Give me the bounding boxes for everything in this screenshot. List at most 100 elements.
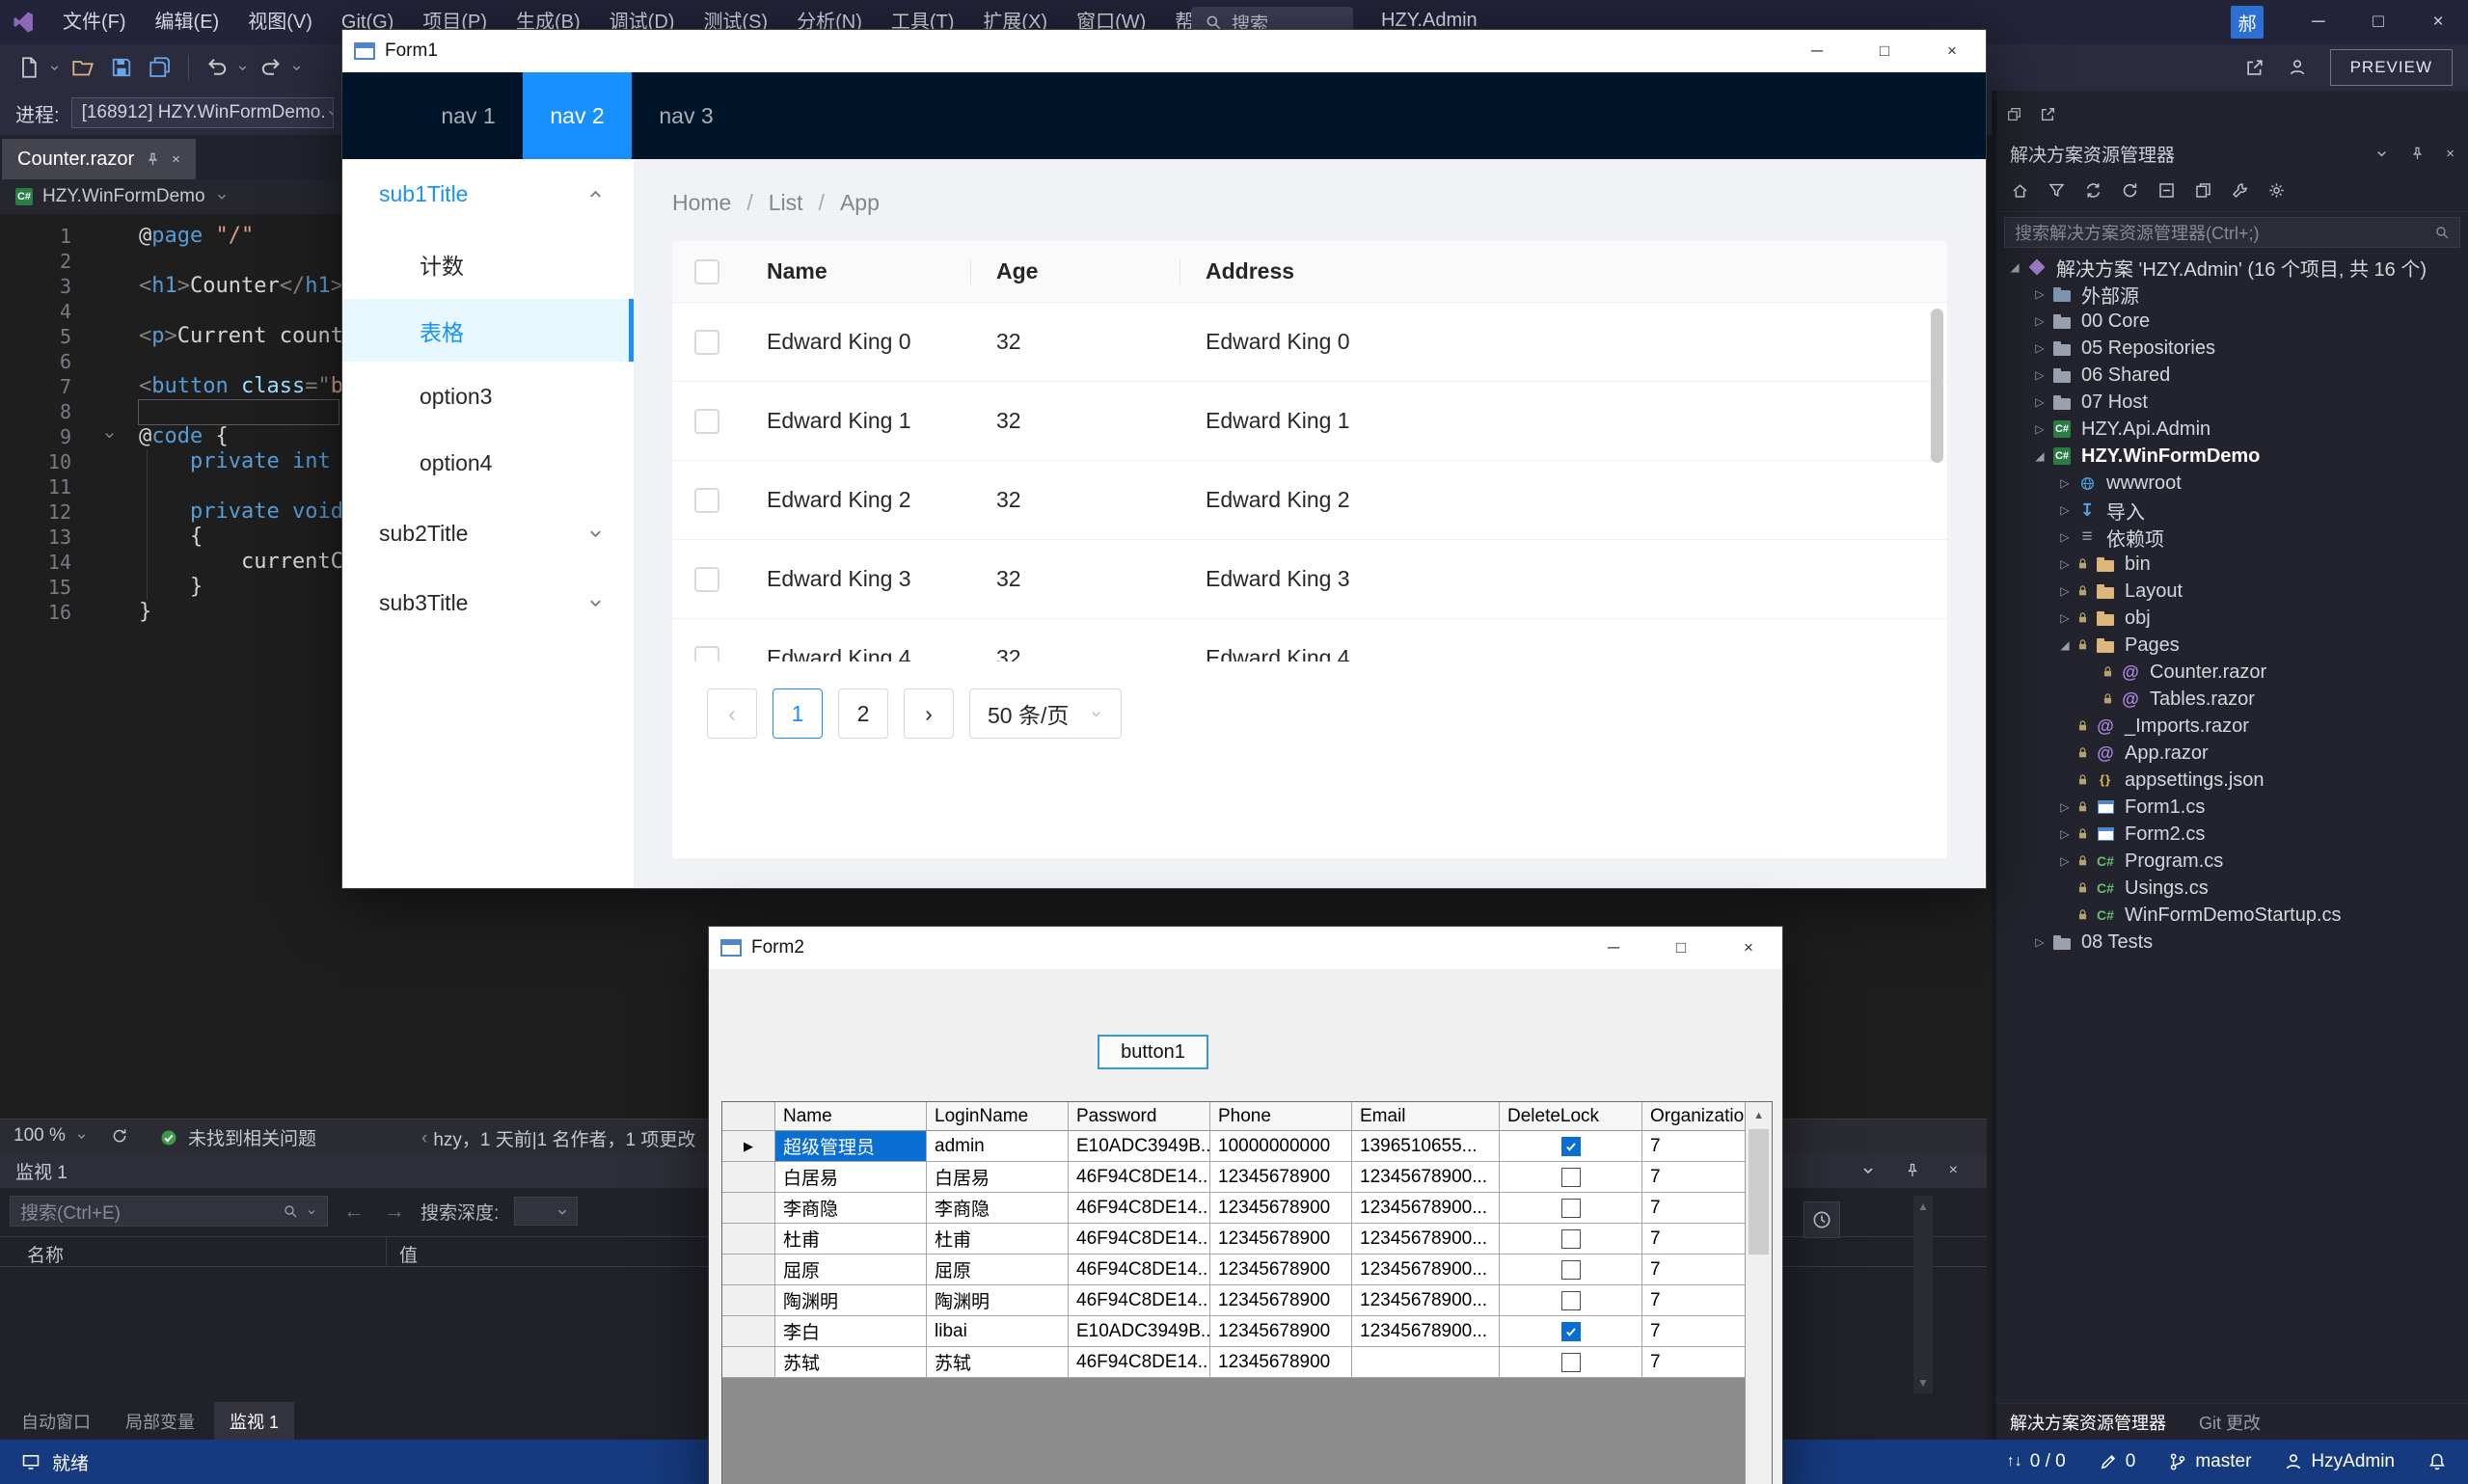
visual-studio-logo-icon[interactable] (12, 10, 37, 35)
submenu-title[interactable]: sub1Title (342, 159, 634, 229)
grid-column-header[interactable]: LoginName (927, 1102, 1069, 1131)
tree-item[interactable]: ▷obj (1996, 605, 2468, 632)
grid-row[interactable]: 陶渊明陶渊明46F94C8DE14...12345678900123456789… (722, 1285, 1745, 1316)
tab-counter-razor[interactable]: Counter.razor × (2, 139, 196, 179)
tree-item[interactable]: ▷Form2.cs (1996, 821, 2468, 848)
expand-icon[interactable] (2040, 106, 2056, 122)
grid-cell[interactable]: 屈原 (927, 1255, 1069, 1285)
menu-item[interactable]: 编辑(E) (141, 0, 234, 44)
panel-tab[interactable]: 自动窗口 (6, 1402, 106, 1441)
grid-cell[interactable]: libai (927, 1316, 1069, 1347)
grid-cell[interactable]: 10000000000 (1210, 1131, 1352, 1162)
tree-item[interactable]: ▷08 Tests (1996, 929, 2468, 956)
tree-item[interactable]: ▷↧导入 (1996, 497, 2468, 524)
grid-cell[interactable]: 46F94C8DE14... (1069, 1193, 1210, 1224)
search-icon[interactable] (283, 1202, 298, 1220)
tree-item[interactable]: ▷00 Core (1996, 308, 2468, 335)
nav-item[interactable]: nav 3 (632, 72, 741, 159)
grid-cell[interactable]: 12345678900 (1210, 1285, 1352, 1316)
sidebar-menu-item[interactable]: 计数 (342, 232, 634, 295)
grid-cell[interactable]: 李白 (775, 1316, 927, 1347)
caret-down-icon[interactable] (215, 190, 229, 203)
scroll-down-icon[interactable]: ▼ (1917, 1376, 1929, 1390)
caret-down-icon[interactable] (306, 1204, 317, 1218)
grid-cell[interactable]: 陶渊明 (927, 1285, 1069, 1316)
grid-cell[interactable]: 12345678900... (1352, 1162, 1500, 1193)
grid-checkbox-cell[interactable] (1500, 1162, 1642, 1193)
breadcrumb-item[interactable]: App (840, 190, 880, 216)
save-icon[interactable] (108, 54, 135, 81)
grid-cell[interactable]: 7 (1642, 1255, 1745, 1285)
expander-icon[interactable]: ▷ (2054, 584, 2075, 598)
next-result-icon[interactable]: → (384, 1199, 405, 1224)
grid-cell[interactable]: 12345678900 (1210, 1316, 1352, 1347)
submenu-title[interactable]: sub3Title (342, 568, 634, 637)
tree-item[interactable]: ◢C#HZY.WinFormDemo (1996, 443, 2468, 470)
grid-cell[interactable] (1352, 1347, 1500, 1378)
table-row[interactable]: Edward King 432Edward King 4 (672, 619, 1947, 661)
button1[interactable]: button1 (1098, 1035, 1208, 1069)
zoom-control[interactable]: 100 % (14, 1125, 128, 1147)
grid-cell[interactable]: 7 (1642, 1224, 1745, 1255)
tree-item[interactable]: ▷05 Repositories (1996, 335, 2468, 362)
properties-icon[interactable] (2222, 176, 2257, 205)
pagination-page[interactable]: 1 (773, 688, 823, 739)
grid-row[interactable]: 屈原屈原46F94C8DE14...1234567890012345678900… (722, 1255, 1745, 1285)
grid-row[interactable]: 苏轼苏轼46F94C8DE14...123456789007 (722, 1347, 1745, 1378)
prev-result-icon[interactable]: ← (343, 1199, 365, 1224)
expander-icon[interactable]: ▷ (2054, 503, 2075, 517)
share-icon[interactable] (2245, 58, 2265, 77)
home-icon[interactable] (2002, 176, 2037, 205)
grid-checkbox-cell[interactable] (1500, 1193, 1642, 1224)
form2-title-bar[interactable]: Form2 ─ □ × (709, 927, 1782, 969)
row-header-cell[interactable] (722, 1316, 775, 1347)
redo-icon[interactable] (258, 54, 285, 81)
panel-title-bar[interactable]: 解决方案资源管理器 × (1996, 137, 2468, 170)
new-file-icon[interactable] (15, 54, 42, 81)
panel-tab[interactable]: Git 更改 (2199, 1410, 2261, 1435)
grid-cell[interactable]: admin (927, 1131, 1069, 1162)
grid-cell[interactable]: 李商隐 (775, 1193, 927, 1224)
grid-cell[interactable]: 46F94C8DE14... (1069, 1347, 1210, 1378)
undo-icon[interactable] (203, 54, 231, 81)
page-size-select[interactable]: 50 条/页 (969, 688, 1122, 739)
expander-icon[interactable]: ▷ (2054, 827, 2075, 841)
pin-icon[interactable] (146, 152, 160, 167)
table-row[interactable]: Edward King 032Edward King 0 (672, 303, 1947, 382)
tree-item[interactable]: ▷Layout (1996, 578, 2468, 605)
expander-icon[interactable]: ▷ (2054, 476, 2075, 490)
column-name[interactable]: 名称 (27, 1241, 64, 1267)
grid-cell[interactable]: 7 (1642, 1285, 1745, 1316)
restore-scroll-icon[interactable] (111, 1127, 128, 1145)
grid-cell[interactable]: 李商隐 (927, 1193, 1069, 1224)
show-all-files-icon[interactable] (2185, 176, 2220, 205)
close-button[interactable]: × (1918, 30, 1986, 72)
open-folder-icon[interactable] (69, 54, 96, 81)
preview-selected-icon[interactable] (2259, 176, 2293, 205)
watch-scrollbar[interactable]: ▲ ▼ (1913, 1196, 1933, 1393)
grid-cell[interactable]: 12345678900... (1352, 1193, 1500, 1224)
caret-down-icon[interactable] (48, 62, 64, 74)
grid-cell[interactable]: 12345678900 (1210, 1255, 1352, 1285)
panel-tab[interactable]: 解决方案资源管理器 (2010, 1410, 2166, 1435)
breadcrumb-item[interactable]: List (769, 190, 803, 216)
column-header-age[interactable]: Age (971, 241, 1180, 302)
form1-window[interactable]: Form1 ─ □ × nav 1nav 2nav 3 sub1Title计数表… (341, 29, 1987, 889)
expander-icon[interactable]: ▷ (2029, 422, 2050, 436)
expander-icon[interactable]: ▷ (2029, 314, 2050, 328)
grid-cell[interactable]: 12345678900 (1210, 1224, 1352, 1255)
form1-title-bar[interactable]: Form1 ─ □ × (342, 30, 1986, 72)
delete-lock-checkbox[interactable] (1561, 1260, 1581, 1280)
column-header-address[interactable]: Address (1180, 241, 1947, 302)
grid-cell[interactable]: 超级管理员 (775, 1131, 927, 1162)
tree-item[interactable]: ▷≡依赖项 (1996, 524, 2468, 551)
nav-item[interactable]: nav 1 (414, 72, 523, 159)
tree-item[interactable]: ▷06 Shared (1996, 362, 2468, 389)
expander-icon[interactable]: ◢ (2054, 638, 2075, 652)
window-position-icon[interactable] (1860, 1162, 1876, 1179)
grid-row[interactable]: 白居易白居易46F94C8DE14...12345678900123456789… (722, 1162, 1745, 1193)
delete-lock-checkbox[interactable] (1561, 1229, 1581, 1249)
tree-item[interactable]: {}appsettings.json (1996, 767, 2468, 794)
expander-icon[interactable]: ▷ (2054, 800, 2075, 814)
close-panel-icon[interactable]: × (2446, 146, 2454, 162)
